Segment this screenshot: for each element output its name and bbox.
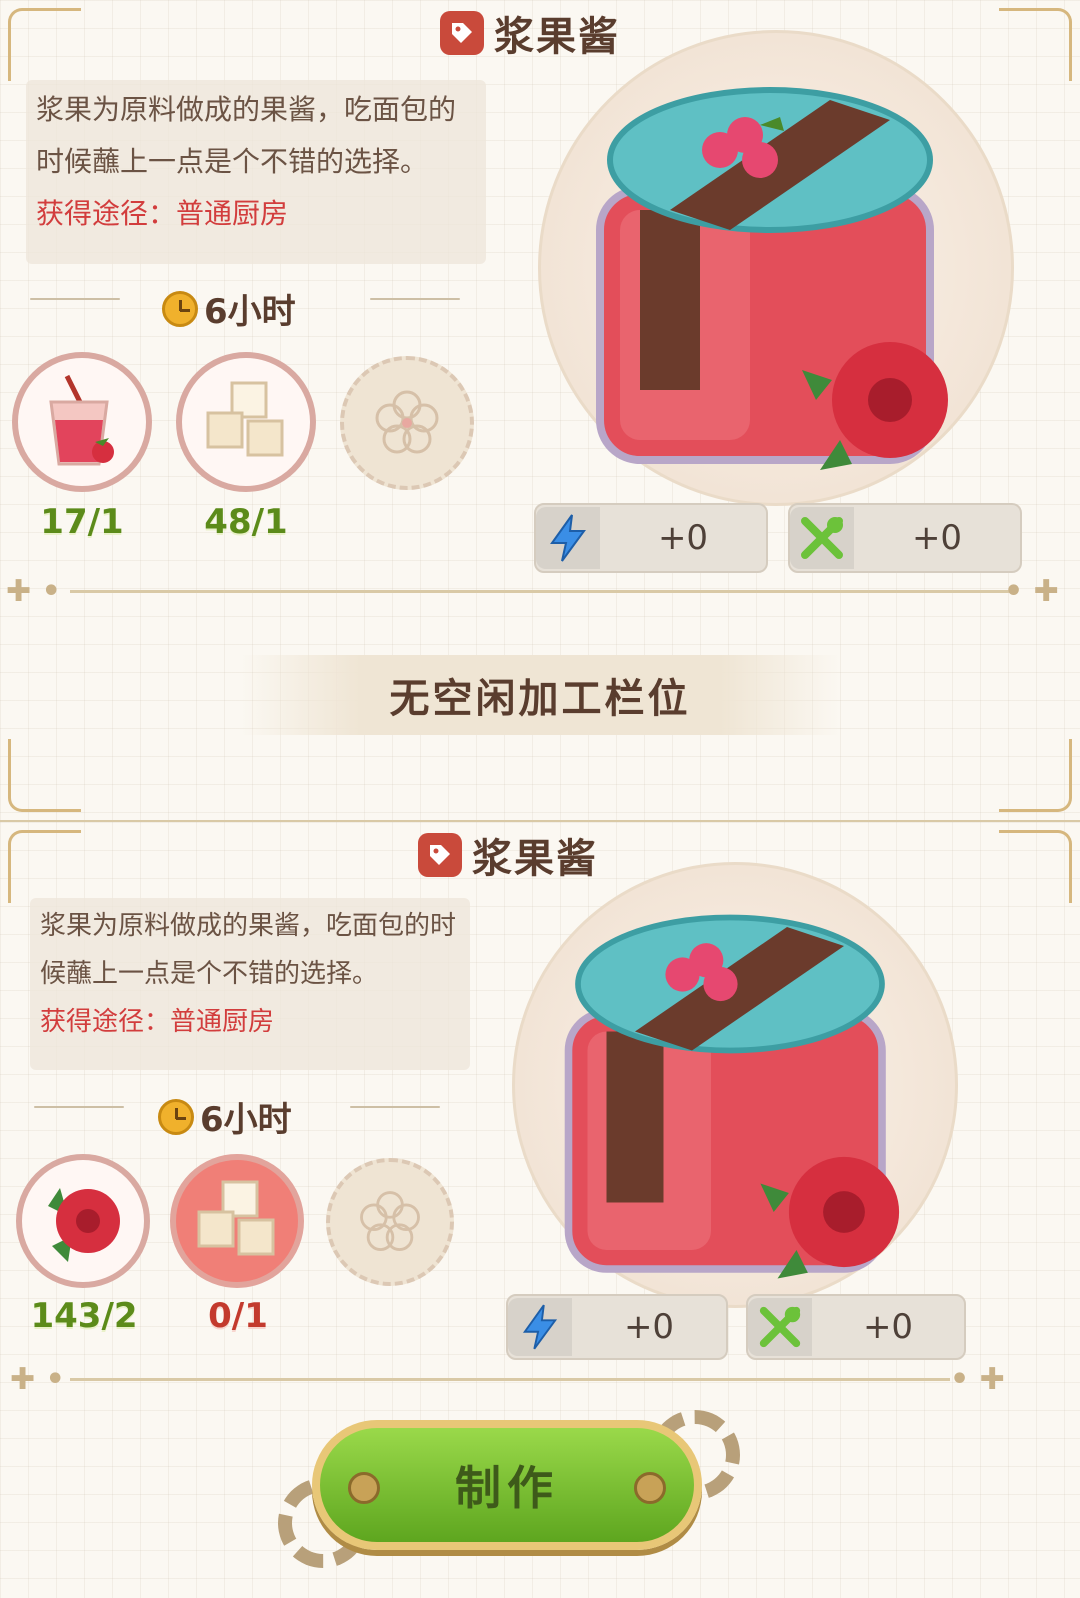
ingredient-count: 0/1 [208, 1296, 268, 1336]
frame-corner [999, 739, 1072, 812]
berry-jam-jar-icon [596, 87, 948, 470]
ingredient-slot-empty[interactable] [340, 356, 474, 490]
energy-stat: +0 [534, 503, 768, 573]
sugar-cubes-icon [197, 1180, 275, 1256]
frame-corner [8, 830, 81, 903]
raspberry-icon [48, 1188, 120, 1262]
craft-time: 6小时 [162, 284, 296, 333]
ingredient-count: 17/1 [40, 502, 124, 542]
berry-drink-icon [49, 374, 114, 466]
decor-swirl [350, 1106, 440, 1108]
frame-corner [8, 739, 81, 812]
satiety-stat: +0 [746, 1294, 966, 1360]
decor-swirl [370, 298, 460, 300]
berry-jam-jar-icon [564, 914, 900, 1279]
make-button[interactable]: 制作 [312, 1420, 702, 1550]
bolt-decor-icon [348, 1472, 380, 1504]
fork-spoon-icon [759, 1306, 801, 1348]
clock-icon [162, 290, 198, 327]
energy-bolt-icon [522, 1304, 558, 1350]
bolt-decor-icon [634, 1472, 666, 1504]
no-slot-notice: 无空闲加工栏位 [240, 655, 840, 735]
tag-icon [440, 11, 484, 55]
decor-swirl [34, 1106, 124, 1108]
divider-ornament: ✚ • [10, 1362, 65, 1397]
energy-bolt-icon [550, 514, 586, 562]
empty-slot-flower-icon [360, 1191, 420, 1251]
clock-icon [158, 1098, 194, 1135]
frame-corner [8, 8, 81, 81]
satiety-stat: +0 [788, 503, 1022, 573]
recipe-title-text: 浆果酱 [494, 14, 620, 60]
ingredient-slot-berry-drink[interactable] [12, 352, 152, 492]
divider-ornament: • ✚ [1004, 574, 1059, 609]
sugar-cubes-icon [206, 381, 284, 457]
ingredient-count: 143/2 [30, 1296, 138, 1336]
ingredient-slot-empty[interactable] [326, 1158, 454, 1286]
recipe-description: 浆果为原料做成的果酱，吃面包的时候蘸上一点是个不错的选择。 获得途径：普通厨房 [26, 80, 486, 264]
divider-line [70, 1378, 950, 1381]
divider-ornament: ✚ • [6, 574, 61, 609]
source-text: 获得途径：普通厨房 [36, 197, 289, 230]
ingredient-slot-sugar[interactable] [176, 352, 316, 492]
source-text: 获得途径：普通厨房 [40, 1007, 275, 1037]
decor-swirl [30, 298, 120, 300]
ingredient-count: 48/1 [204, 502, 288, 542]
recipe-title-text: 浆果酱 [472, 836, 598, 882]
recipe-title: 浆果酱 [418, 826, 598, 884]
divider-ornament: • ✚ [950, 1362, 1005, 1397]
craft-time: 6小时 [158, 1092, 292, 1141]
recipe-title: 浆果酱 [440, 4, 620, 62]
recipe-panel-top: 浆果酱 浆果为原料做成的果酱，吃面包的时候蘸上一点是个不错的选择。 获得途径：普… [0, 0, 1080, 823]
frame-corner [999, 8, 1072, 81]
ingredient-slot-raspberry[interactable] [16, 1154, 150, 1288]
recipe-description: 浆果为原料做成的果酱，吃面包的时候蘸上一点是个不错的选择。 获得途径：普通厨房 [30, 898, 470, 1070]
ingredient-slot-sugar-missing[interactable] [170, 1154, 304, 1288]
divider-line [70, 590, 1010, 593]
frame-corner [999, 830, 1072, 903]
empty-slot-flower-icon [375, 390, 439, 454]
energy-stat: +0 [506, 1294, 728, 1360]
fork-spoon-icon [801, 517, 843, 559]
tag-icon [418, 833, 462, 877]
